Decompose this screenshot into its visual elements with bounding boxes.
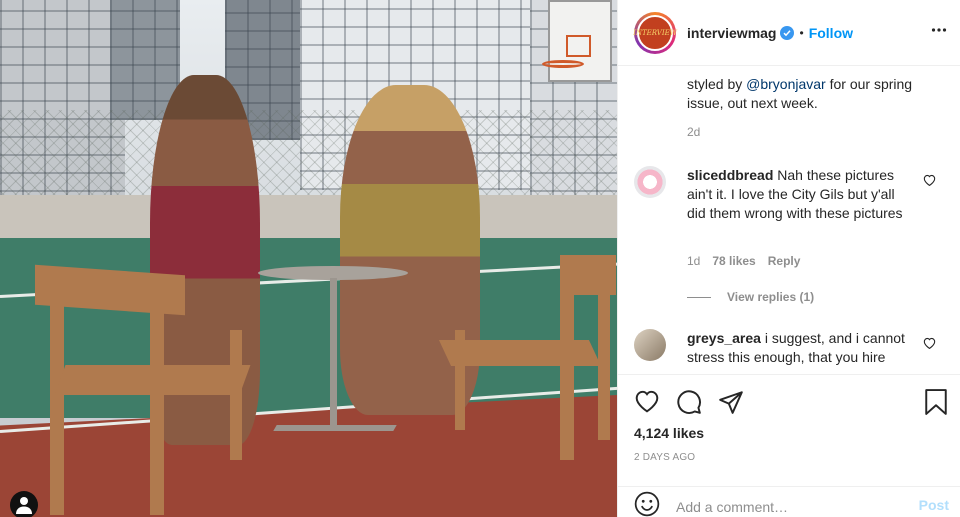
comment-input[interactable] [676,498,906,515]
tagged-user-icon[interactable] [10,491,38,517]
comment-username[interactable]: sliceddbread [687,167,773,183]
profile-avatar: INTERVIEW [633,14,677,51]
photo-chair-leg [230,330,242,460]
photo-chair-seat [54,365,251,395]
comment-item: sliceddbread Nah these pictures ain't it… [634,166,954,306]
post-caption: styled by @bryonjavar for our spring iss… [687,75,937,113]
post-sidebar: INTERVIEW interviewmag • Follow styled b… [617,0,960,517]
post-header: INTERVIEW interviewmag • Follow [618,0,960,66]
comment-likes[interactable]: 78 likes [712,254,755,268]
separator-dot: • [799,25,804,40]
comment-timestamp[interactable]: 1d [687,254,700,268]
verified-badge-icon [780,25,795,40]
photo-table-leg [330,278,337,428]
post-date[interactable]: 2 DAYS AGO [634,452,695,463]
caption-timestamp[interactable]: 2d [687,125,700,139]
comment-meta: 1d 78 likes Reply [687,254,800,268]
photo-chair-leg [150,305,164,515]
logo-text: INTERVIEW [633,28,677,37]
save-icon[interactable] [924,389,948,420]
comment-body: sliceddbread Nah these pictures ain't it… [687,166,913,223]
comments-list[interactable]: styled by @bryonjavar for our spring iss… [618,67,960,374]
photo-table-base [273,425,397,431]
caption-text: styled by [687,76,743,92]
view-replies-button[interactable]: View replies (1) [687,290,814,304]
comment-reply-button[interactable]: Reply [768,254,801,268]
photo-chair-leg [455,330,465,430]
post-username[interactable]: interviewmag [687,25,776,41]
comment-item: greys_area i suggest, and i cannot stres… [634,329,954,374]
post-photo[interactable] [0,0,617,517]
caption-mention-link[interactable]: @bryonjavar [746,76,826,92]
like-icon[interactable] [634,389,660,418]
photo-hoop-rim [542,60,584,68]
more-options-icon[interactable] [931,22,947,43]
like-count[interactable]: 4,124 likes [634,425,704,441]
comment-icon[interactable] [676,389,702,420]
comment-avatar[interactable] [634,166,666,198]
view-replies-label: View replies (1) [727,290,815,304]
follow-button[interactable]: Follow [809,25,853,41]
comment-avatar[interactable] [634,329,666,361]
share-icon[interactable] [718,389,744,420]
profile-avatar-ring[interactable]: INTERVIEW [633,11,677,54]
add-comment-bar: Post [618,486,960,517]
photo-wall [0,195,617,240]
emoji-icon[interactable] [634,491,660,517]
photo-chair-leg [598,280,610,440]
photo-chair-leg [560,290,574,460]
comment-username[interactable]: greys_area [687,330,761,346]
like-comment-icon[interactable] [923,336,936,354]
post-actions: 4,124 likes 2 DAYS AGO [618,374,960,474]
comment-body: greys_area i suggest, and i cannot stres… [687,329,913,367]
photo-chair-leg [50,305,64,515]
post-comment-button[interactable]: Post [919,497,949,513]
view-replies-line [687,296,711,298]
like-comment-icon[interactable] [923,173,936,191]
photo-backboard-square [566,35,591,57]
